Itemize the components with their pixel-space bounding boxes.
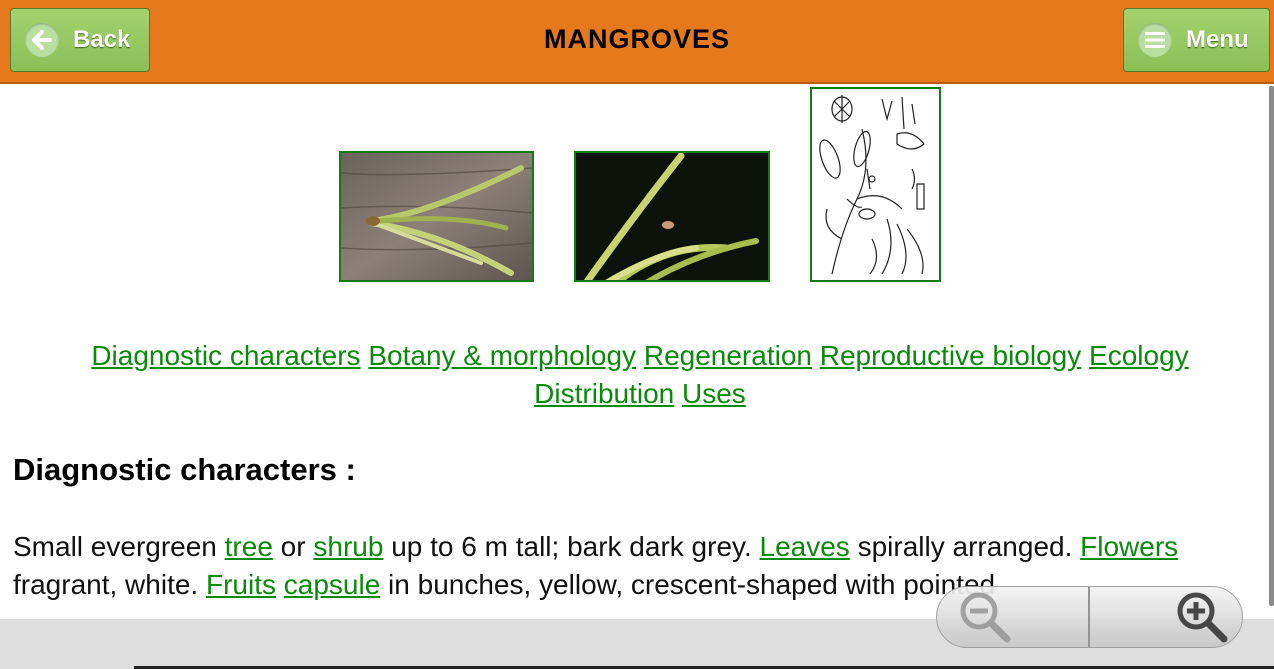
zoom-out-button[interactable] (937, 587, 1090, 647)
link-distribution[interactable]: Distribution (534, 378, 674, 409)
botanical-line-drawing[interactable] (810, 87, 941, 282)
link-reproductive-biology[interactable]: Reproductive biology (820, 340, 1082, 371)
page-title: MANGROVES (543, 24, 731, 54)
section-links: Diagnostic characters Botany & morpholog… (20, 337, 1260, 413)
leaf-photo-wood-background[interactable] (339, 151, 534, 282)
menu-button[interactable]: Menu (1123, 8, 1270, 72)
link-ecology[interactable]: Ecology (1089, 340, 1189, 371)
link-tree[interactable]: tree (225, 531, 273, 562)
zoom-in-button[interactable] (1090, 587, 1243, 647)
header-bar: Back MANGROVES Menu (0, 0, 1274, 84)
link-uses[interactable]: Uses (682, 378, 746, 409)
section-heading: Diagnostic characters : (13, 452, 356, 487)
zoom-out-icon (960, 592, 1011, 643)
link-regeneration[interactable]: Regeneration (644, 340, 812, 371)
link-diagnostic-characters[interactable]: Diagnostic characters (91, 340, 360, 371)
link-capsule[interactable]: capsule (284, 569, 381, 600)
link-flowers[interactable]: Flowers (1080, 531, 1178, 562)
scrollbar[interactable] (1269, 86, 1274, 606)
zoom-controls (936, 586, 1243, 648)
hamburger-icon (1138, 23, 1172, 57)
link-botany-morphology[interactable]: Botany & morphology (368, 340, 636, 371)
link-shrub[interactable]: shrub (313, 531, 383, 562)
leaf-photo-dark-background[interactable] (574, 151, 770, 287)
menu-label: Menu (1186, 26, 1249, 53)
link-leaves[interactable]: Leaves (760, 531, 850, 562)
zoom-in-icon (1177, 592, 1228, 643)
link-fruits[interactable]: Fruits (206, 569, 276, 600)
